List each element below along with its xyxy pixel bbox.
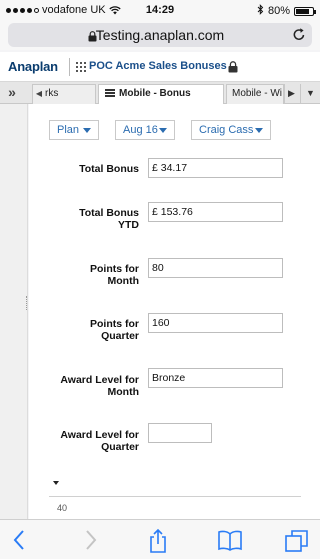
plan-filter-label: Plan <box>57 124 80 136</box>
back-button[interactable] <box>8 528 32 552</box>
tab-scroll-left-icon[interactable]: ◀ <box>33 85 45 103</box>
apps-grid-icon[interactable] <box>76 62 86 72</box>
resize-handle[interactable] <box>26 296 28 310</box>
model-lock-icon <box>228 60 238 78</box>
bluetooth-icon <box>257 4 264 18</box>
label-line-1: Total Bonus <box>79 163 139 175</box>
forward-button[interactable] <box>78 528 102 552</box>
points-quarter-label: Points for Quarter <box>29 318 139 342</box>
collapse-chart-icon[interactable] <box>53 481 59 485</box>
url-text: Testing.anaplan.com <box>95 27 225 43</box>
tab-label: Mobile - Wi <box>232 88 283 99</box>
forward-icon <box>86 530 97 550</box>
tab-list-dropdown-icon[interactable]: ▼ <box>300 84 320 104</box>
award-month-label: Award Level for Month <box>29 374 139 398</box>
chevron-down-icon <box>83 128 91 133</box>
address-bar[interactable]: Testing.anaplan.com <box>8 23 312 47</box>
period-filter-label: Aug 16 <box>123 124 158 136</box>
tab-label: Mobile - Bonus <box>119 88 191 99</box>
browser-address-area: Testing.anaplan.com <box>0 20 320 50</box>
bookmarks-button[interactable] <box>217 528 242 552</box>
award-quarter-field[interactable] <box>148 423 212 443</box>
total-bonus-field[interactable]: £ 34.17 <box>148 158 283 178</box>
tab-scroll-right-icon[interactable]: ▶ <box>284 84 298 104</box>
dashboard-tab-strip: » ◀ rks Mobile - Bonus Mobile - Wi ▶ ▼ <box>0 82 320 105</box>
label-line-1: Points for <box>90 263 139 275</box>
person-filter-label: Craig Cass <box>199 124 254 136</box>
battery-icon <box>294 6 316 16</box>
browser-toolbar <box>0 519 320 559</box>
label-line-2: Quarter <box>101 441 139 453</box>
chart-gridline <box>49 496 301 497</box>
tab-mobile-bonus[interactable]: Mobile - Bonus <box>98 84 224 105</box>
points-month-field[interactable]: 80 <box>148 258 283 278</box>
label-line-2: Month <box>107 275 140 287</box>
points-month-label: Points for Month <box>29 263 139 287</box>
bookmarks-icon <box>218 530 242 551</box>
battery-percent: 80% <box>267 5 290 17</box>
chevron-down-icon <box>159 128 167 133</box>
chevron-down-icon <box>255 128 263 133</box>
menu-icon[interactable] <box>105 89 115 97</box>
period-filter[interactable]: Aug 16 <box>115 120 175 140</box>
label-line-2: Quarter <box>101 330 139 342</box>
label-line-1: Award Level for <box>60 374 139 386</box>
model-name[interactable]: POC Acme Sales Bonuses <box>89 60 227 72</box>
points-quarter-field[interactable]: 160 <box>148 313 283 333</box>
reload-icon[interactable] <box>292 27 306 47</box>
label-line-1: Award Level for <box>60 429 139 441</box>
label-line-1: Points for <box>90 318 139 330</box>
award-quarter-label: Award Level for Quarter <box>29 429 139 453</box>
total-bonus-ytd-label: Total Bonus YTD <box>29 207 139 231</box>
logo-label: Anaplan <box>8 59 58 74</box>
award-month-field[interactable]: Bronze <box>148 368 283 388</box>
label-line-2: Month <box>107 386 140 398</box>
chart-tick-label: 40 <box>57 503 68 513</box>
share-icon <box>150 528 166 553</box>
tab-label: rks <box>45 88 59 99</box>
header-divider <box>69 58 70 76</box>
expand-sidebar-icon[interactable]: » <box>0 82 24 104</box>
tabs-button[interactable] <box>284 528 308 552</box>
total-bonus-ytd-field[interactable]: £ 153.76 <box>148 202 283 222</box>
dashboard-content: Plan Aug 16 Craig Cass Total Bonus £ 34.… <box>29 104 320 519</box>
left-rail <box>0 104 28 519</box>
anaplan-logo[interactable]: Anaplan <box>8 59 58 74</box>
share-button[interactable] <box>146 528 170 553</box>
person-filter[interactable]: Craig Cass <box>191 120 271 140</box>
label-line-2: YTD <box>118 219 139 231</box>
label-line-1: Total Bonus <box>79 207 139 219</box>
app-header: Anaplan POC Acme Sales Bonuses <box>0 52 320 82</box>
tabs-icon <box>285 530 308 552</box>
status-right: 80% <box>257 4 316 18</box>
status-bar: vodafone UK 14:29 80% <box>0 0 320 20</box>
total-bonus-label: Total Bonus <box>29 163 139 175</box>
back-icon <box>13 530 24 550</box>
plan-filter[interactable]: Plan <box>49 120 99 140</box>
tab-previous[interactable]: ◀ rks <box>32 84 96 104</box>
tab-next[interactable]: Mobile - Wi <box>226 84 284 104</box>
